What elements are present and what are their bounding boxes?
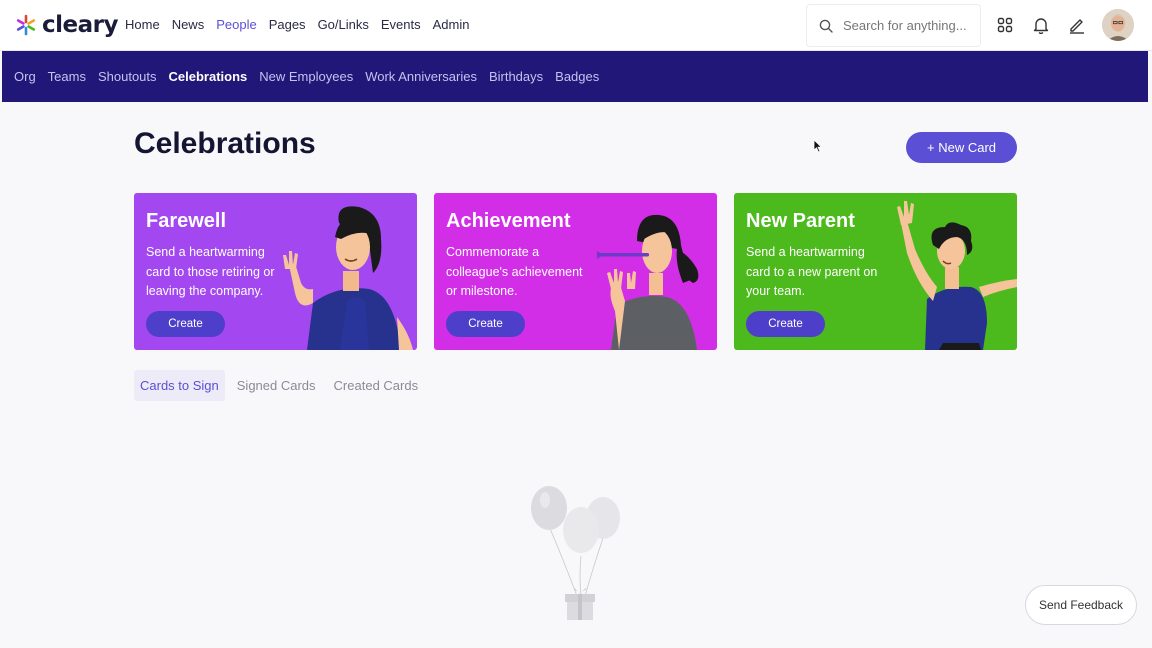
new-parent-create-button[interactable]: Create [746,311,825,337]
search-icon [819,19,833,33]
user-avatar[interactable] [1102,9,1134,41]
achievement-card-title: Achievement [446,210,571,232]
sub-nav-org[interactable]: Org [14,69,36,84]
sub-nav-new-employees[interactable]: New Employees [259,69,353,84]
farewell-card-description: Send a heartwarming card to those retiri… [146,245,275,298]
achievement-card[interactable]: Achievement Commemorate a colleague's ac… [434,193,717,350]
cards-tabs: Cards to Sign Signed Cards Created Cards [134,370,424,401]
mouse-cursor-icon [813,139,823,153]
top-nav-admin[interactable]: Admin [433,17,470,32]
new-parent-card-title: New Parent [746,210,855,232]
sub-nav-teams[interactable]: Teams [48,69,86,84]
farewell-card-title: Farewell [146,210,227,232]
top-nav-pages[interactable]: Pages [269,17,306,32]
send-feedback-button[interactable]: Send Feedback [1025,585,1137,625]
new-parent-card[interactable]: New Parent Send a heartwarming card to a… [734,193,1017,350]
logo-text: cleary [42,12,118,38]
top-nav-golinks[interactable]: Go/Links [318,17,369,32]
bell-icon[interactable] [1031,15,1051,35]
sub-nav-work-anniversaries[interactable]: Work Anniversaries [365,69,477,84]
search-box[interactable] [806,4,981,47]
achievement-illustration [597,214,699,350]
top-nav-events[interactable]: Events [381,17,421,32]
search-input[interactable] [843,18,968,33]
new-card-button[interactable]: + New Card [906,132,1017,163]
new-parent-illustration [897,201,1017,350]
farewell-illustration [283,206,413,350]
new-parent-card-description: Send a heartwarming card to a new parent… [746,245,878,298]
sub-nav-shoutouts[interactable]: Shoutouts [98,69,157,84]
top-nav-news[interactable]: News [172,17,205,32]
cleary-logo-icon [16,14,36,36]
cleary-logo[interactable]: cleary [14,11,118,39]
achievement-card-description: Commemorate a colleague's achievement or… [446,245,583,298]
top-nav-home[interactable]: Home [125,17,160,32]
tab-cards-to-sign[interactable]: Cards to Sign [134,370,225,401]
top-bar: cleary Home News People Pages Go/Links E… [0,0,1152,51]
sub-nav: Org Teams Shoutouts Celebrations New Emp… [2,51,1148,102]
page-title: Celebrations [134,127,316,160]
farewell-create-button[interactable]: Create [146,311,225,337]
top-nav: Home News People Pages Go/Links Events A… [125,17,469,32]
sub-nav-birthdays[interactable]: Birthdays [489,69,543,84]
sub-nav-celebrations[interactable]: Celebrations [169,69,248,84]
sub-nav-badges[interactable]: Badges [555,69,599,84]
pencil-icon[interactable] [1067,15,1087,35]
top-nav-people[interactable]: People [216,17,256,32]
tab-signed-cards[interactable]: Signed Cards [231,370,322,401]
farewell-card[interactable]: Farewell Send a heartwarming card to tho… [134,193,417,350]
achievement-create-button[interactable]: Create [446,311,525,337]
tab-created-cards[interactable]: Created Cards [328,370,425,401]
balloons-gift-illustration [531,486,620,620]
apps-grid-icon[interactable] [995,15,1015,35]
